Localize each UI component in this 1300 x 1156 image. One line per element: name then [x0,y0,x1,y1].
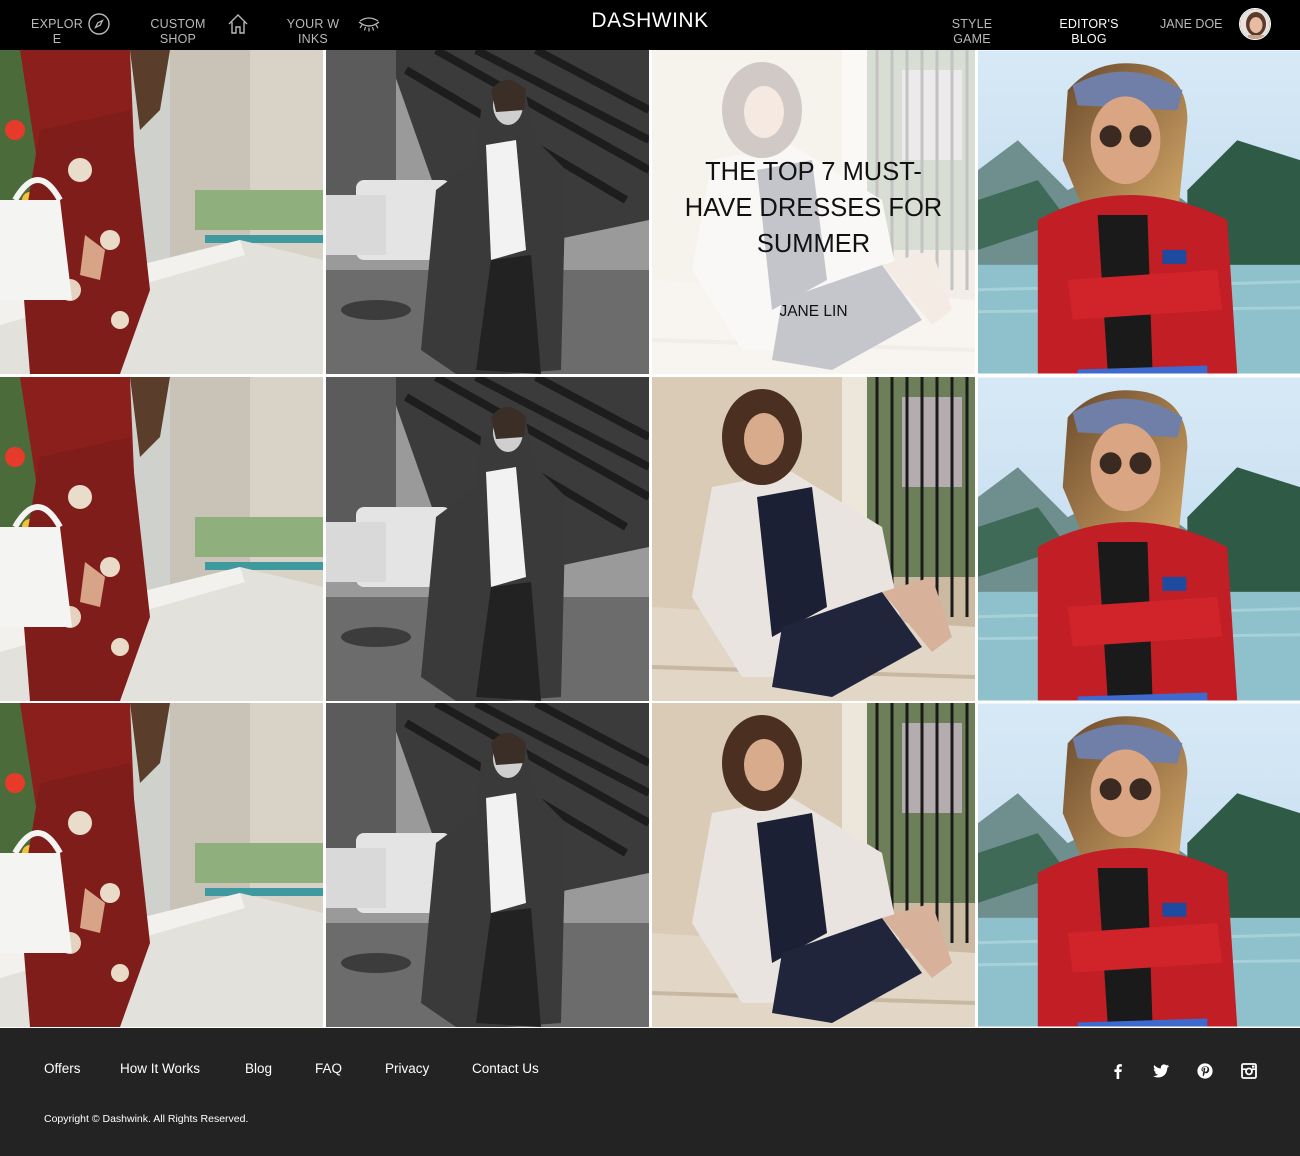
blog-tile-red-jacket[interactable] [978,50,1300,374]
nav-style-game[interactable]: STYLE GAME [946,17,998,47]
pinterest-icon[interactable] [1196,1062,1214,1080]
nav-editors-blog[interactable]: EDITOR'S BLOG [1054,17,1124,47]
velvet-dress-cardigan-photo [652,703,975,1027]
footer-link-contact-us[interactable]: Contact Us [472,1061,539,1076]
twitter-icon[interactable] [1152,1062,1170,1080]
red-jacket-lake-photo [978,50,1300,374]
compass-icon[interactable] [87,12,111,36]
nav-your-winks[interactable]: YOUR WINKS [286,17,340,47]
featured-post-author: JANE LIN [779,303,848,320]
blog-photo-grid: THE TOP 7 MUST-HAVE DRESSES FOR SUMMER J… [0,50,1300,1028]
brand-logo[interactable]: DASHWINK [591,9,708,32]
featured-post-tile[interactable]: THE TOP 7 MUST-HAVE DRESSES FOR SUMMER J… [652,50,975,374]
user-name[interactable]: JANE DOE [1160,17,1223,31]
tweed-blazer-bw-photo [326,377,649,701]
footer-link-faq[interactable]: FAQ [315,1061,342,1076]
blog-tile-velvet-dress[interactable] [652,703,975,1027]
floral-dress-photo [0,50,323,374]
nav-explore[interactable]: EXPLORE [30,17,84,47]
velvet-dress-cardigan-photo [652,377,975,701]
home-icon[interactable] [226,12,250,36]
footer-link-blog[interactable]: Blog [245,1061,272,1076]
footer-link-offers[interactable]: Offers [44,1061,81,1076]
blog-tile-velvet-dress[interactable] [652,377,975,701]
footer-link-how-it-works[interactable]: How It Works [120,1061,200,1076]
blog-tile-floral-dress[interactable] [0,50,323,374]
top-nav-bar: EXPLORE CUSTOM SHOP YOUR WINKS DASHWINK … [0,0,1300,50]
user-avatar[interactable] [1239,8,1271,40]
site-footer: Offers How It Works Blog FAQ Privacy Con… [0,1028,1300,1156]
blog-tile-tweed-blazer[interactable] [326,703,649,1027]
red-jacket-lake-photo [978,377,1300,701]
nav-custom-shop[interactable]: CUSTOM SHOP [146,17,210,47]
tweed-blazer-bw-photo [326,50,649,374]
tweed-blazer-bw-photo [326,703,649,1027]
blog-tile-floral-dress[interactable] [0,703,323,1027]
copyright-text: Copyright © Dashwink. All Rights Reserve… [44,1113,249,1125]
floral-dress-photo [0,377,323,701]
footer-link-privacy[interactable]: Privacy [385,1061,429,1076]
eye-wink-icon[interactable] [357,12,381,36]
red-jacket-lake-photo [978,703,1300,1027]
instagram-icon[interactable] [1240,1062,1258,1080]
featured-post-title[interactable]: THE TOP 7 MUST-HAVE DRESSES FOR SUMMER [682,154,945,262]
facebook-icon[interactable] [1109,1062,1127,1080]
floral-dress-photo [0,703,323,1027]
blog-tile-tweed-blazer[interactable] [326,50,649,374]
blog-tile-red-jacket[interactable] [978,703,1300,1027]
blog-tile-tweed-blazer[interactable] [326,377,649,701]
blog-tile-red-jacket[interactable] [978,377,1300,701]
blog-tile-floral-dress[interactable] [0,377,323,701]
